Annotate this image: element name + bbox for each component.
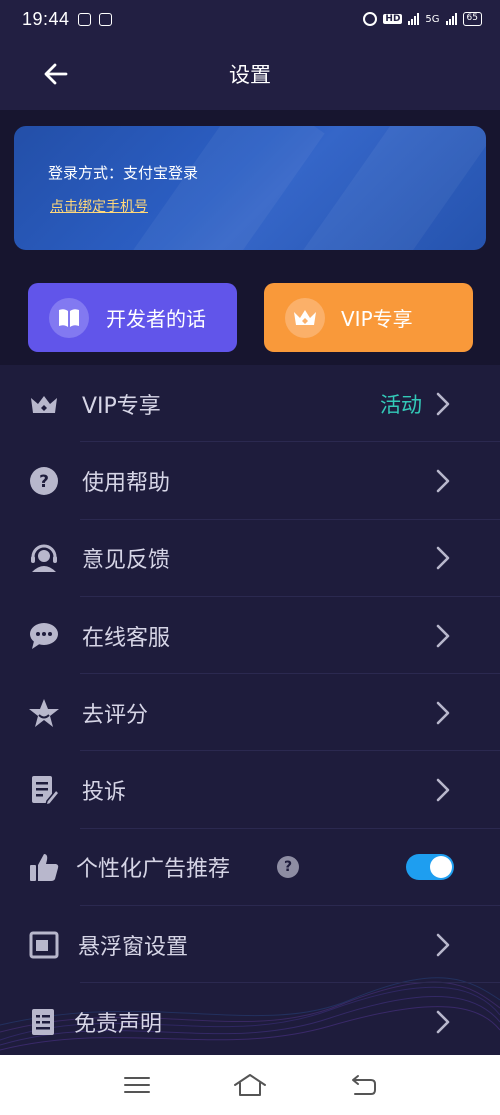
vip-exclusive-label: VIP专享 [341, 307, 413, 331]
chevron-right-icon [436, 546, 450, 570]
battery-icon: 65 [462, 12, 482, 26]
help-icon: ? [28, 465, 60, 497]
chevron-right-icon [436, 469, 450, 493]
chevron-right-icon [436, 392, 450, 415]
account-card: 登录方式：支付宝登录 点击绑定手机号 [14, 126, 486, 250]
menu-item-label: 在线客服 [82, 625, 171, 651]
back-icon[interactable] [343, 1065, 383, 1105]
hd-badge: HD [383, 14, 403, 24]
status-bar: 19:44 HD 5G 65 [0, 0, 500, 38]
menu-item-feedback[interactable]: 意见反馈 [0, 520, 500, 598]
edit-document-icon [28, 774, 60, 807]
menu-item-label: 去评分 [82, 702, 149, 728]
menu-item-label: 个性化广告推荐 [76, 857, 231, 883]
menu-item-help[interactable]: ? 使用帮助 [0, 442, 500, 520]
menu-item-label: 免责声明 [74, 1012, 163, 1038]
activity-tag: 活动 [380, 392, 422, 417]
menu-item-disclaimer[interactable]: 免责声明 [0, 983, 500, 1060]
personalized-ads-toggle[interactable] [406, 854, 454, 881]
document-icon [28, 1006, 60, 1038]
menu-item-label: 投诉 [82, 780, 127, 806]
clipboard-icon [98, 12, 112, 26]
settings-menu: VIP专享 活动 ? 使用帮助 意见反馈 在线客服 去评分 投诉 个性化广告推荐… [0, 365, 500, 1061]
alarm-icon [363, 12, 378, 26]
floating-window-icon [28, 929, 60, 961]
thumbs-up-icon [28, 851, 60, 883]
bind-phone-link[interactable]: 点击绑定手机号 [50, 196, 148, 216]
headset-icon [28, 542, 60, 574]
developer-note-button[interactable]: 开发者的话 [28, 283, 237, 352]
crown-icon [28, 388, 60, 420]
chevron-right-icon [436, 1010, 450, 1034]
notification-icon [77, 12, 91, 26]
signal-icon [408, 13, 420, 25]
menu-item-label: 意见反馈 [82, 548, 171, 574]
chevron-right-icon [436, 701, 450, 725]
svg-text:?: ? [39, 472, 49, 492]
menu-item-complaint[interactable]: 投诉 [0, 751, 500, 830]
network-label: 5G [425, 13, 440, 25]
chevron-right-icon [436, 933, 450, 957]
arrow-left-icon[interactable] [40, 58, 72, 90]
menu-item-online-support[interactable]: 在线客服 [0, 597, 500, 675]
page-title: 设置 [229, 63, 271, 87]
crown-icon [285, 297, 325, 338]
menu-item-label: 使用帮助 [82, 470, 171, 496]
help-icon[interactable]: ? [277, 856, 299, 879]
menu-item-vip[interactable]: VIP专享 活动 [0, 365, 500, 443]
status-time: 19:44 [22, 8, 70, 29]
signal-5g-icon [445, 13, 457, 25]
vip-exclusive-button[interactable]: VIP专享 [264, 283, 473, 352]
system-nav-bar [0, 1055, 500, 1115]
menu-item-label: 悬浮窗设置 [78, 934, 189, 960]
star-icon [28, 697, 60, 729]
menu-item-rate[interactable]: 去评分 [0, 674, 500, 752]
menu-item-floating-window[interactable]: 悬浮窗设置 [0, 906, 500, 984]
menu-icon[interactable] [117, 1065, 157, 1105]
nav-bar: 设置 [0, 38, 500, 110]
card-decoration [113, 126, 325, 250]
menu-item-personalized-ads: 个性化广告推荐 ? [0, 829, 500, 907]
login-method-text: 登录方式：支付宝登录 [48, 164, 199, 182]
toggle-knob [430, 856, 452, 879]
chevron-right-icon [436, 778, 450, 802]
developer-note-label: 开发者的话 [106, 307, 206, 331]
menu-item-label: VIP专享 [82, 393, 161, 419]
book-icon [49, 297, 89, 338]
chat-icon [28, 620, 60, 652]
home-icon[interactable] [230, 1065, 270, 1105]
chevron-right-icon [436, 624, 450, 647]
